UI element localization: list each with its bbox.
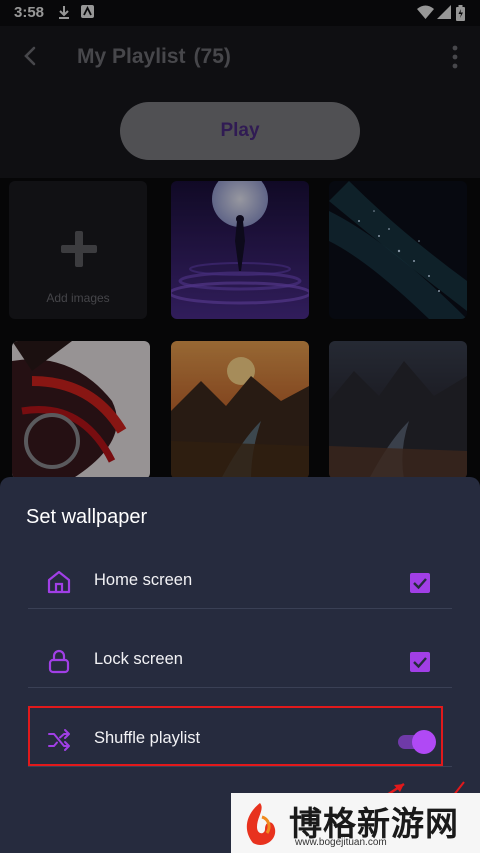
more-options-icon[interactable] — [446, 40, 464, 74]
divider — [28, 608, 452, 609]
wallpaper-night-mountains[interactable] — [329, 341, 467, 479]
annotation-highlight-box — [28, 706, 443, 766]
option-lock-screen[interactable]: Lock screen — [28, 623, 452, 701]
battery-icon — [456, 5, 465, 24]
status-time: 3:58 — [14, 4, 45, 21]
watermark-url: www.bogejituan.com — [295, 837, 387, 848]
play-section: Play — [0, 92, 480, 178]
status-bar: 3:58 — [0, 0, 480, 26]
wifi-icon — [417, 5, 434, 22]
playlist-name: My Playlist — [77, 45, 186, 68]
wallpaper-moon-figure[interactable] — [171, 181, 309, 319]
option-label: Lock screen — [94, 650, 183, 668]
watermark-banner: 博格新游网 www.bogejituan.com — [231, 793, 480, 853]
download-icon — [57, 5, 71, 23]
home-icon — [46, 569, 72, 595]
play-button[interactable]: Play — [120, 102, 360, 160]
divider — [28, 687, 452, 688]
home-screen-checkbox[interactable] — [410, 573, 430, 593]
wallpaper-sunset-mountains[interactable] — [171, 341, 309, 479]
lock-screen-checkbox[interactable] — [410, 652, 430, 672]
sheet-title: Set wallpaper — [26, 506, 148, 528]
add-images-label: Add images — [46, 291, 110, 305]
plus-icon — [61, 231, 97, 267]
signal-icon — [437, 5, 451, 22]
back-arrow-icon[interactable] — [18, 42, 46, 70]
add-images-tile[interactable]: Add images — [9, 181, 147, 319]
option-home-screen[interactable]: Home screen — [28, 544, 452, 622]
playlist-count: (75) — [193, 45, 231, 68]
notification-icon — [81, 5, 94, 21]
app-bar: My Playlist (75) — [0, 26, 480, 92]
watermark-logo — [246, 803, 276, 846]
wallpaper-starfield[interactable] — [329, 181, 467, 319]
lock-icon — [46, 648, 72, 674]
option-label: Home screen — [94, 571, 193, 589]
divider — [28, 766, 452, 767]
wallpaper-abstract-red[interactable] — [12, 341, 150, 479]
page-title: My Playlist (75) — [77, 45, 231, 69]
